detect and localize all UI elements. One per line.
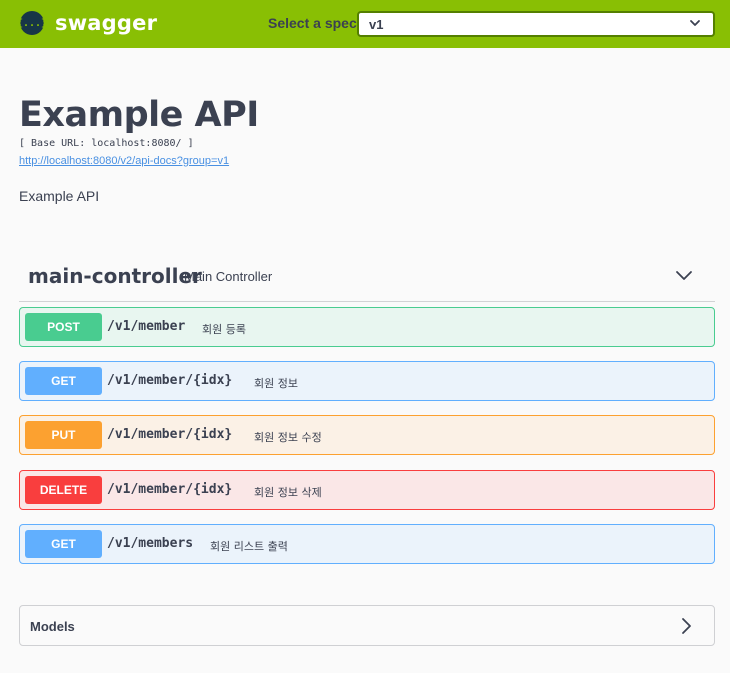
operation-get-members[interactable]: GET /v1/members 회원 리스트 출력 xyxy=(19,524,715,564)
operation-path: /v1/members xyxy=(107,536,194,551)
method-badge: DELETE xyxy=(25,476,102,504)
tag-main-controller[interactable]: main-controller Main Controller xyxy=(19,254,715,302)
swagger-logo[interactable]: {...} swagger xyxy=(17,11,158,35)
chevron-down-icon[interactable] xyxy=(675,266,693,284)
models-label: Models xyxy=(30,619,75,634)
operation-get-member[interactable]: GET /v1/member/{idx} 회원 정보 xyxy=(19,361,715,401)
api-docs-link[interactable]: http://localhost:8080/v2/api-docs?group=… xyxy=(19,155,229,167)
chevron-down-icon xyxy=(690,20,700,26)
operation-summary: 회원 리스트 출력 xyxy=(210,540,288,553)
tag-description: Main Controller xyxy=(184,269,273,284)
operation-delete-member[interactable]: DELETE /v1/member/{idx} 회원 정보 삭제 xyxy=(19,470,715,510)
operation-put-member[interactable]: PUT /v1/member/{idx} 회원 정보 수정 xyxy=(19,415,715,455)
operation-summary: 회원 정보 수정 xyxy=(254,431,322,444)
operation-path: /v1/member/{idx} xyxy=(107,373,233,388)
method-badge: GET xyxy=(25,367,102,395)
api-title: Example API xyxy=(19,95,259,135)
swagger-logo-text: swagger xyxy=(55,11,158,35)
operation-path: /v1/member/{idx} xyxy=(107,427,233,442)
api-description: Example API xyxy=(19,188,100,204)
spec-select-value: v1 xyxy=(369,16,384,32)
operation-path: /v1/member/{idx} xyxy=(107,482,233,497)
base-url: [ Base URL: localhost:8080/ ] xyxy=(19,138,194,149)
operation-summary: 회원 정보 삭제 xyxy=(254,486,322,499)
method-badge: POST xyxy=(25,313,102,341)
topbar: {...} swagger Select a spec v1 xyxy=(0,0,730,48)
operation-summary: 회원 정보 xyxy=(254,377,298,390)
spec-select[interactable]: v1 xyxy=(357,11,715,37)
operation-path: /v1/member xyxy=(107,319,186,334)
chevron-right-icon xyxy=(682,618,691,634)
tag-name: main-controller xyxy=(28,264,202,288)
method-badge: PUT xyxy=(25,421,102,449)
models-section[interactable]: Models xyxy=(19,605,715,646)
swagger-logo-icon: {...} xyxy=(17,11,47,35)
operation-post-member[interactable]: POST /v1/member 회원 등록 xyxy=(19,307,715,347)
method-badge: GET xyxy=(25,530,102,558)
spec-select-label: Select a spec xyxy=(268,15,357,31)
operation-summary: 회원 등록 xyxy=(202,323,246,336)
